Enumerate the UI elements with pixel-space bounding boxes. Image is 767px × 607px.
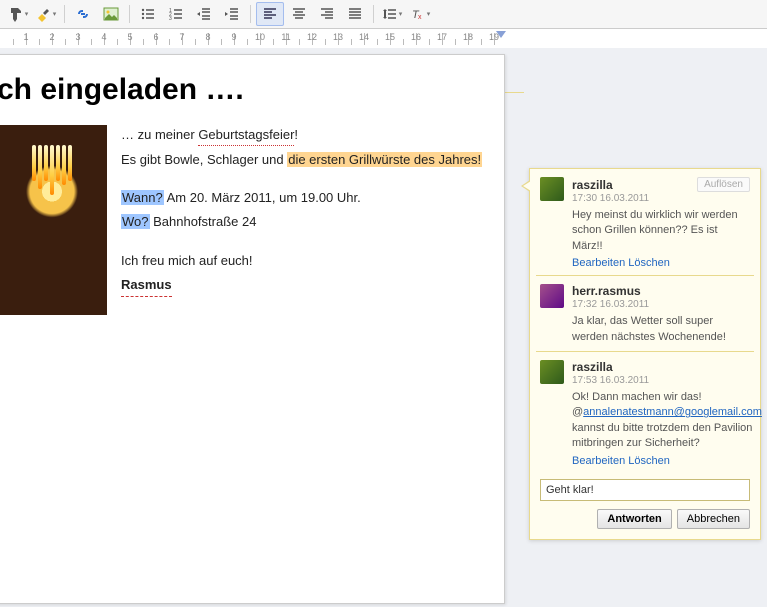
closing-text: Ich freu mich auf euch! xyxy=(121,251,490,271)
separator xyxy=(250,5,251,23)
comment-author: herr.rasmus xyxy=(572,284,641,298)
comment[interactable]: herr.rasmus17:32 16.03.2011 Ja klar, das … xyxy=(530,276,760,351)
comment-text: Ok! Dann machen wir das! @annalenatestma… xyxy=(572,390,762,452)
line-spacing-button[interactable]: ▾ xyxy=(379,3,405,25)
reply-button[interactable]: Antworten xyxy=(597,509,671,529)
align-left-button[interactable] xyxy=(256,2,284,26)
avatar xyxy=(540,177,564,201)
separator xyxy=(373,5,374,23)
avatar xyxy=(540,360,564,384)
line2-prefix: Es gibt Bowle, Schlager und xyxy=(121,152,287,167)
bullet-list-button[interactable] xyxy=(135,3,161,25)
reply-input[interactable] xyxy=(540,479,750,501)
link-button[interactable] xyxy=(70,3,96,25)
comment-text: Ja klar, das Wetter soll super werden nä… xyxy=(572,314,750,345)
align-right-button[interactable] xyxy=(314,3,340,25)
align-center-button[interactable] xyxy=(286,3,312,25)
outdent-button[interactable] xyxy=(191,3,217,25)
mention-link[interactable]: annalenatestmann@googlemail.com xyxy=(583,406,762,418)
comment-text: Hey meinst du wirklich wir werden schon … xyxy=(572,208,750,254)
svg-text:3: 3 xyxy=(169,16,172,22)
highlight-button[interactable]: ▾ xyxy=(33,3,59,25)
signature: Rasmus xyxy=(121,275,172,297)
where-text: Bahnhofstraße 24 xyxy=(150,214,257,229)
paint-format-button[interactable]: ▾ xyxy=(5,3,31,25)
image-button[interactable] xyxy=(98,3,124,25)
comment-time: 17:32 16.03.2011 xyxy=(572,299,750,310)
comment[interactable]: raszilla17:53 16.03.2011 Ok! Dann machen … xyxy=(530,352,760,473)
commented-highlight[interactable]: die ersten Grillwürste des Jahres! xyxy=(287,152,482,167)
cancel-button[interactable]: Abbrechen xyxy=(677,509,750,529)
separator xyxy=(129,5,130,23)
reply-area xyxy=(530,473,760,503)
toolbar: ▾ ▾ 123 ▾ Tx▾ xyxy=(0,0,767,29)
edit-link[interactable]: Bearbeiten xyxy=(572,455,625,467)
when-label: Wann? xyxy=(121,190,164,205)
delete-link[interactable]: Löschen xyxy=(628,257,670,269)
document-body[interactable]: … zu meiner Geburtstagsfeier! Es gibt Bo… xyxy=(121,125,490,315)
canvas-area: ch eingeladen …. … zu meiner Geburtstags… xyxy=(0,48,767,607)
comment-time: 17:53 16.03.2011 xyxy=(572,375,762,386)
document-title[interactable]: ch eingeladen …. xyxy=(0,73,490,107)
intro-word: Geburtstagsfeier xyxy=(198,125,294,146)
document-page: ch eingeladen …. … zu meiner Geburtstags… xyxy=(0,54,505,604)
when-text: Am 20. März 2011, um 19.00 Uhr. xyxy=(164,190,361,205)
align-justify-button[interactable] xyxy=(342,3,368,25)
comment[interactable]: raszilla Auflösen17:30 16.03.2011 Hey mein… xyxy=(530,169,760,275)
comment-time: 17:30 16.03.2011 xyxy=(572,193,750,204)
where-label: Wo? xyxy=(121,214,150,229)
resolve-button[interactable]: Auflösen xyxy=(697,177,750,192)
svg-text:x: x xyxy=(418,14,422,21)
comment-author: raszilla xyxy=(572,178,613,192)
separator xyxy=(64,5,65,23)
indent-button[interactable] xyxy=(219,3,245,25)
edit-link[interactable]: Bearbeiten xyxy=(572,257,625,269)
invitation-image[interactable] xyxy=(0,125,107,315)
comment-panel: raszilla Auflösen17:30 16.03.2011 Hey mein… xyxy=(529,168,761,540)
intro-prefix: … zu meiner xyxy=(121,127,198,142)
numbered-list-button[interactable]: 123 xyxy=(163,3,189,25)
intro-suffix: ! xyxy=(294,127,298,142)
clear-format-button[interactable]: Tx▾ xyxy=(407,3,433,25)
comment-author: raszilla xyxy=(572,360,613,374)
avatar xyxy=(540,284,564,308)
delete-link[interactable]: Löschen xyxy=(628,455,670,467)
ruler: 12345678910111213141516171819 xyxy=(0,29,767,50)
